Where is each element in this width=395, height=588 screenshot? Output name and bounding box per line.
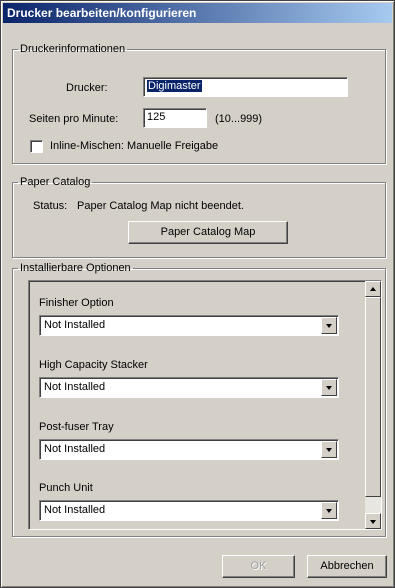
option-label: Punch Unit (39, 482, 93, 494)
scrollbar-thumb[interactable] (365, 297, 381, 497)
paper-catalog-map-button[interactable]: Paper Catalog Map (128, 221, 288, 244)
select-value: Not Installed (44, 319, 106, 331)
paper-catalog-group: Paper Catalog (12, 176, 386, 258)
scroll-down-icon (370, 520, 376, 524)
dialog-window: Drucker bearbeiten/konfigurieren Drucker… (0, 0, 395, 588)
dropdown-button[interactable] (321, 441, 337, 458)
paper-catalog-status-label: Status: (33, 200, 68, 212)
dropdown-button[interactable] (321, 502, 337, 519)
inline-merge-checkbox[interactable] (30, 140, 43, 153)
dropdown-button[interactable] (321, 379, 337, 396)
chevron-down-icon (326, 509, 332, 513)
scroll-down-button[interactable] (365, 513, 381, 529)
chevron-down-icon (326, 386, 332, 390)
ppm-range-hint: (10...999) (215, 113, 263, 125)
option-label: High Capacity Stacker (39, 359, 148, 371)
dropdown-button[interactable] (321, 317, 337, 334)
ppm-input[interactable]: 125 (143, 108, 207, 128)
finisher-option-select[interactable]: Not Installed (39, 315, 339, 336)
high-capacity-stacker-select[interactable]: Not Installed (39, 377, 339, 398)
inline-merge-label: Inline-Mischen: Manuelle Freigabe (50, 140, 219, 152)
printer-label: Drucker: (66, 82, 108, 94)
chevron-down-icon (326, 448, 332, 452)
option-label: Post-fuser Tray (39, 421, 114, 433)
post-fuser-tray-select[interactable]: Not Installed (39, 439, 339, 460)
ppm-value: 125 (147, 111, 166, 123)
chevron-down-icon (326, 324, 332, 328)
select-value: Not Installed (44, 504, 106, 516)
printer-name-value: Digimaster (147, 80, 202, 92)
paper-catalog-legend: Paper Catalog (20, 176, 91, 188)
printer-name-input[interactable]: Digimaster (143, 77, 348, 97)
vertical-scrollbar[interactable] (365, 281, 381, 529)
printer-info-legend: Druckerinformationen (20, 43, 126, 55)
cancel-button[interactable]: Abbrechen (307, 555, 387, 578)
window-title: Drucker bearbeiten/konfigurieren (3, 3, 392, 23)
scroll-up-button[interactable] (365, 281, 381, 297)
option-label: Finisher Option (39, 297, 114, 309)
select-value: Not Installed (44, 443, 106, 455)
ppm-label: Seiten pro Minute: (29, 113, 119, 125)
punch-unit-select[interactable]: Not Installed (39, 500, 339, 521)
ok-button[interactable]: OK (222, 555, 295, 578)
paper-catalog-status-text: Paper Catalog Map nicht beendet. (77, 200, 244, 212)
select-value: Not Installed (44, 381, 106, 393)
scroll-up-icon (370, 287, 376, 291)
installable-options-legend: Installierbare Optionen (20, 262, 131, 274)
options-scroll-pane[interactable]: Finisher Option Not Installed High Capac… (28, 280, 382, 530)
